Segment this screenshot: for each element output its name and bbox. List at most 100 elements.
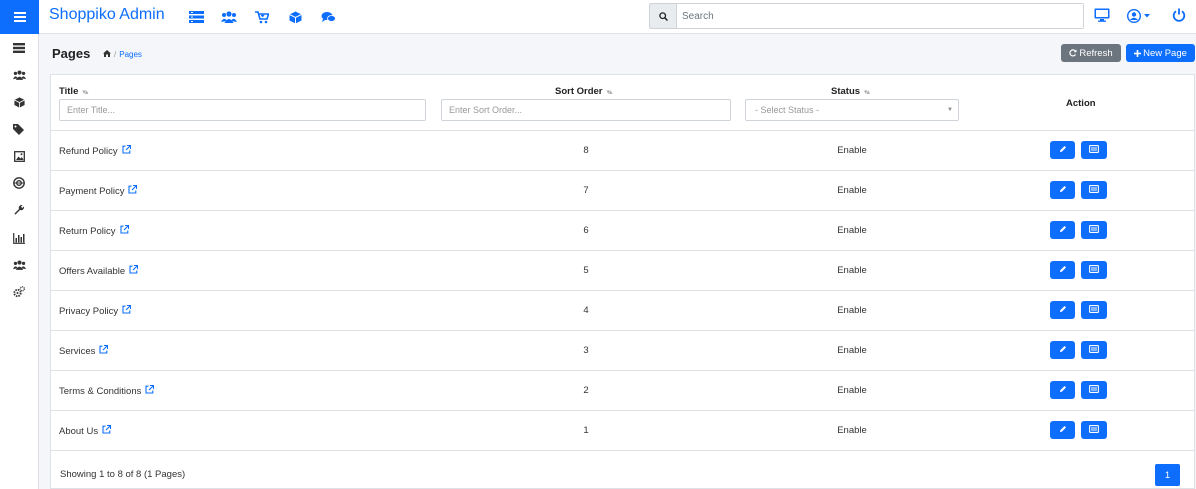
sort-order-cell: 5 — [583, 265, 589, 276]
new-page-button[interactable]: New Page — [1126, 44, 1195, 62]
pencil-icon — [1059, 345, 1067, 356]
external-link-icon[interactable] — [122, 304, 132, 317]
page-title-text[interactable]: Return Policy — [59, 226, 116, 237]
chevron-down-icon: ▼ — [947, 107, 953, 113]
home-icon[interactable] — [103, 50, 111, 59]
brand-title[interactable]: Shoppiko Admin — [49, 6, 165, 24]
column-title-label: Title — [59, 86, 79, 97]
edit-button[interactable] — [1050, 421, 1075, 439]
users-group-icon[interactable] — [12, 258, 26, 272]
page-title-cell[interactable]: Offers Available — [59, 264, 139, 277]
refresh-button[interactable]: Refresh — [1061, 44, 1121, 62]
view-button[interactable] — [1081, 261, 1107, 279]
status-cell: Enable — [837, 425, 867, 436]
card-icon — [1089, 224, 1099, 236]
breadcrumb-current[interactable]: Pages — [119, 50, 142, 59]
view-button[interactable] — [1081, 301, 1107, 319]
external-link-icon[interactable] — [122, 144, 131, 157]
page-title-cell[interactable]: Terms & Conditions — [59, 384, 155, 397]
edit-button[interactable] — [1050, 221, 1075, 239]
new-page-label: New Page — [1143, 47, 1187, 59]
column-header-sort-order[interactable]: Sort Order ▾▴ — [555, 86, 613, 97]
plus-icon — [1134, 49, 1142, 57]
user-account-icon[interactable] — [1126, 8, 1155, 26]
search-icon[interactable] — [650, 4, 677, 28]
edit-button[interactable] — [1050, 341, 1075, 359]
status-cell: Enable — [837, 225, 867, 236]
page-title-cell[interactable]: About Us — [59, 424, 112, 437]
search-input[interactable] — [677, 4, 1083, 28]
external-link-icon[interactable] — [102, 424, 112, 437]
globe-icon[interactable] — [12, 176, 26, 190]
tags-icon[interactable] — [12, 122, 26, 136]
page-title-text[interactable]: Offers Available — [59, 266, 125, 277]
external-link-icon[interactable] — [145, 384, 155, 397]
monitor-icon[interactable] — [1094, 8, 1110, 25]
edit-button[interactable] — [1050, 181, 1075, 199]
catalog-list-icon[interactable] — [187, 8, 205, 26]
view-button[interactable] — [1081, 181, 1107, 199]
image-icon[interactable] — [12, 149, 26, 163]
customers-icon[interactable] — [12, 68, 26, 82]
view-button[interactable] — [1081, 221, 1107, 239]
top-nav-icons — [187, 8, 337, 26]
power-icon[interactable] — [1172, 8, 1186, 25]
view-button[interactable] — [1081, 421, 1107, 439]
page-title-text[interactable]: Payment Policy — [59, 186, 124, 197]
column-status-label: Status — [831, 86, 861, 97]
catalog-list-icon[interactable] — [12, 41, 26, 55]
view-button[interactable] — [1081, 141, 1107, 159]
page-title-cell[interactable]: Payment Policy — [59, 184, 138, 197]
cart-icon[interactable] — [253, 8, 271, 26]
customers-icon[interactable] — [220, 8, 238, 26]
breadcrumb: / Pages — [103, 50, 142, 59]
page-title-cell[interactable]: Privacy Policy — [59, 304, 132, 317]
edit-button[interactable] — [1050, 301, 1075, 319]
box-icon[interactable] — [12, 95, 26, 109]
page-title-text[interactable]: Terms & Conditions — [59, 386, 141, 397]
external-link-icon[interactable] — [99, 344, 109, 357]
page-title-cell[interactable]: Services — [59, 344, 109, 357]
page-title-text[interactable]: Privacy Policy — [59, 306, 118, 317]
sort-icon[interactable]: ▾▴ — [82, 88, 88, 96]
column-header-status[interactable]: Status ▾▴ — [831, 86, 870, 97]
table-row: Offers Available 5 Enable — [51, 251, 1194, 291]
chart-icon[interactable] — [12, 231, 26, 245]
card-icon — [1089, 144, 1099, 156]
pagination-info: Showing 1 to 8 of 8 (1 Pages) — [60, 469, 186, 480]
settings-gears-icon[interactable] — [12, 285, 26, 299]
wrench-icon[interactable] — [12, 203, 26, 217]
menu-toggle-button[interactable] — [0, 0, 39, 34]
pencil-icon — [1059, 425, 1067, 436]
top-navbar: Shoppiko Admin — [0, 0, 1196, 34]
sort-icon[interactable]: ▾▴ — [864, 88, 870, 96]
pages-table-card: Title ▾▴ Sort Order ▾▴ Status ▾▴ Action … — [50, 74, 1195, 489]
page-title-text[interactable]: About Us — [59, 426, 98, 437]
edit-button[interactable] — [1050, 381, 1075, 399]
view-button[interactable] — [1081, 381, 1107, 399]
chat-icon[interactable] — [319, 8, 337, 26]
card-icon — [1089, 264, 1099, 276]
external-link-icon[interactable] — [128, 184, 138, 197]
sort-order-cell: 6 — [583, 225, 589, 236]
view-button[interactable] — [1081, 341, 1107, 359]
edit-button[interactable] — [1050, 261, 1075, 279]
external-link-icon[interactable] — [119, 224, 129, 237]
table-row: Services 3 Enable — [51, 331, 1194, 371]
edit-button[interactable] — [1050, 141, 1075, 159]
title-filter-input[interactable] — [59, 99, 426, 121]
page-title-text[interactable]: Services — [59, 346, 95, 357]
page-title-cell[interactable]: Refund Policy — [59, 144, 131, 157]
card-icon — [1089, 184, 1099, 196]
external-link-icon[interactable] — [129, 264, 139, 277]
sort-order-filter-input[interactable] — [441, 99, 731, 121]
page-title-cell[interactable]: Return Policy — [59, 224, 129, 237]
pagination-page-1[interactable]: 1 — [1155, 464, 1180, 486]
sort-icon[interactable]: ▾▴ — [607, 88, 613, 96]
page-title-text[interactable]: Refund Policy — [59, 146, 118, 157]
status-filter-select[interactable]: - Select Status - ▼ — [745, 99, 959, 121]
box-icon[interactable] — [286, 8, 304, 26]
column-header-title[interactable]: Title ▾▴ — [59, 86, 88, 97]
sort-order-cell: 8 — [583, 145, 589, 156]
column-sort-order-label: Sort Order — [555, 86, 603, 97]
